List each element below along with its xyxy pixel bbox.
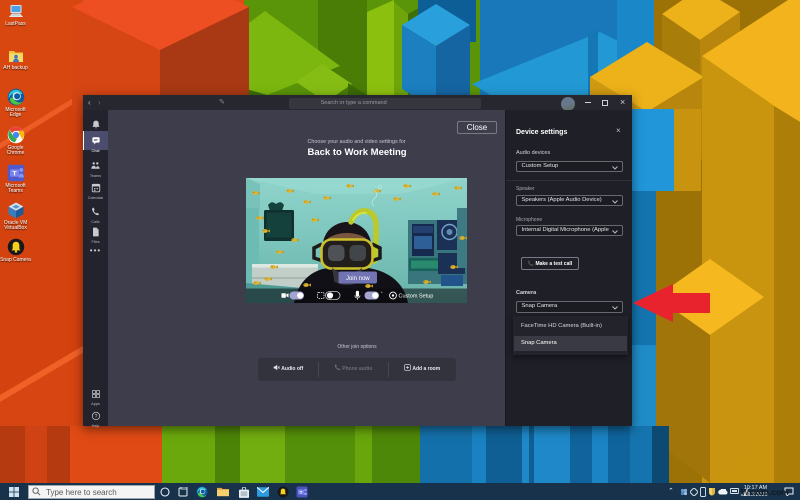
svg-text:*: * (381, 290, 383, 295)
svg-text:?: ? (94, 414, 97, 420)
svg-text:Custom Setup: Custom Setup (398, 294, 433, 300)
svg-text:T: T (300, 489, 303, 494)
